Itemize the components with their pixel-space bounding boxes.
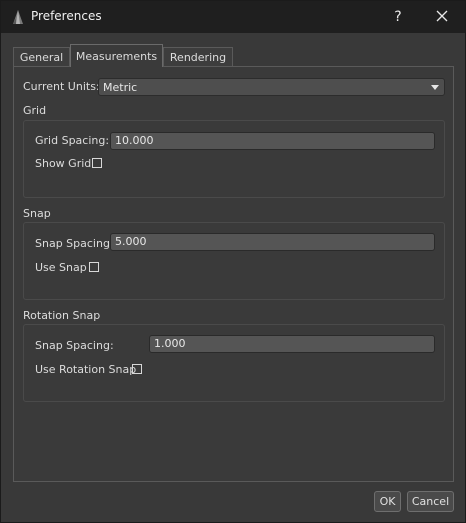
show-grid-checkbox[interactable]: [92, 158, 102, 168]
snap-spacing-input[interactable]: 5.000: [110, 233, 435, 251]
app-logo-icon: [10, 9, 26, 25]
snap-spacing-label: Snap Spacing:: [35, 237, 114, 250]
preferences-dialog: Preferences ? General Measurements Rende…: [0, 0, 466, 523]
use-snap-checkbox[interactable]: [89, 262, 99, 272]
grid-spacing-input[interactable]: 10.000: [110, 132, 435, 150]
snap-groupbox: Snap Spacing: 5.000 Use Snap: [23, 222, 445, 300]
tab-measurements[interactable]: Measurements: [70, 44, 163, 67]
rotation-snap-section-title: Rotation Snap: [23, 309, 101, 322]
cancel-button[interactable]: Cancel: [407, 491, 454, 512]
use-rotation-snap-label: Use Rotation Snap: [35, 363, 137, 376]
rotation-snap-spacing-input[interactable]: 1.000: [149, 335, 435, 353]
rotation-snap-spacing-label: Snap Spacing:: [35, 339, 114, 352]
title-bar[interactable]: Preferences ?: [1, 1, 465, 33]
show-grid-label: Show Grid: [35, 157, 92, 170]
current-units-select[interactable]: Metric: [98, 78, 445, 96]
chevron-down-icon: [431, 85, 439, 90]
rotation-snap-groupbox: Snap Spacing: 1.000 Use Rotation Snap: [23, 324, 445, 402]
use-rotation-snap-checkbox[interactable]: [132, 364, 142, 374]
tab-general[interactable]: General: [13, 47, 70, 66]
snap-section-title: Snap: [23, 207, 51, 220]
close-button[interactable]: [427, 5, 457, 29]
close-icon: [436, 10, 448, 25]
measurements-panel: Current Units: Metric Grid Grid Spacing:…: [13, 66, 454, 482]
dialog-title: Preferences: [31, 9, 102, 23]
use-snap-label: Use Snap: [35, 261, 87, 274]
current-units-value: Metric: [103, 81, 138, 94]
grid-spacing-label: Grid Spacing:: [35, 134, 110, 147]
ok-button[interactable]: OK: [374, 491, 401, 512]
tab-rendering[interactable]: Rendering: [163, 47, 233, 66]
grid-section-title: Grid: [23, 104, 47, 117]
help-button[interactable]: ?: [384, 5, 412, 29]
grid-groupbox: Grid Spacing: 10.000 Show Grid: [23, 120, 445, 198]
current-units-label: Current Units:: [23, 80, 100, 93]
